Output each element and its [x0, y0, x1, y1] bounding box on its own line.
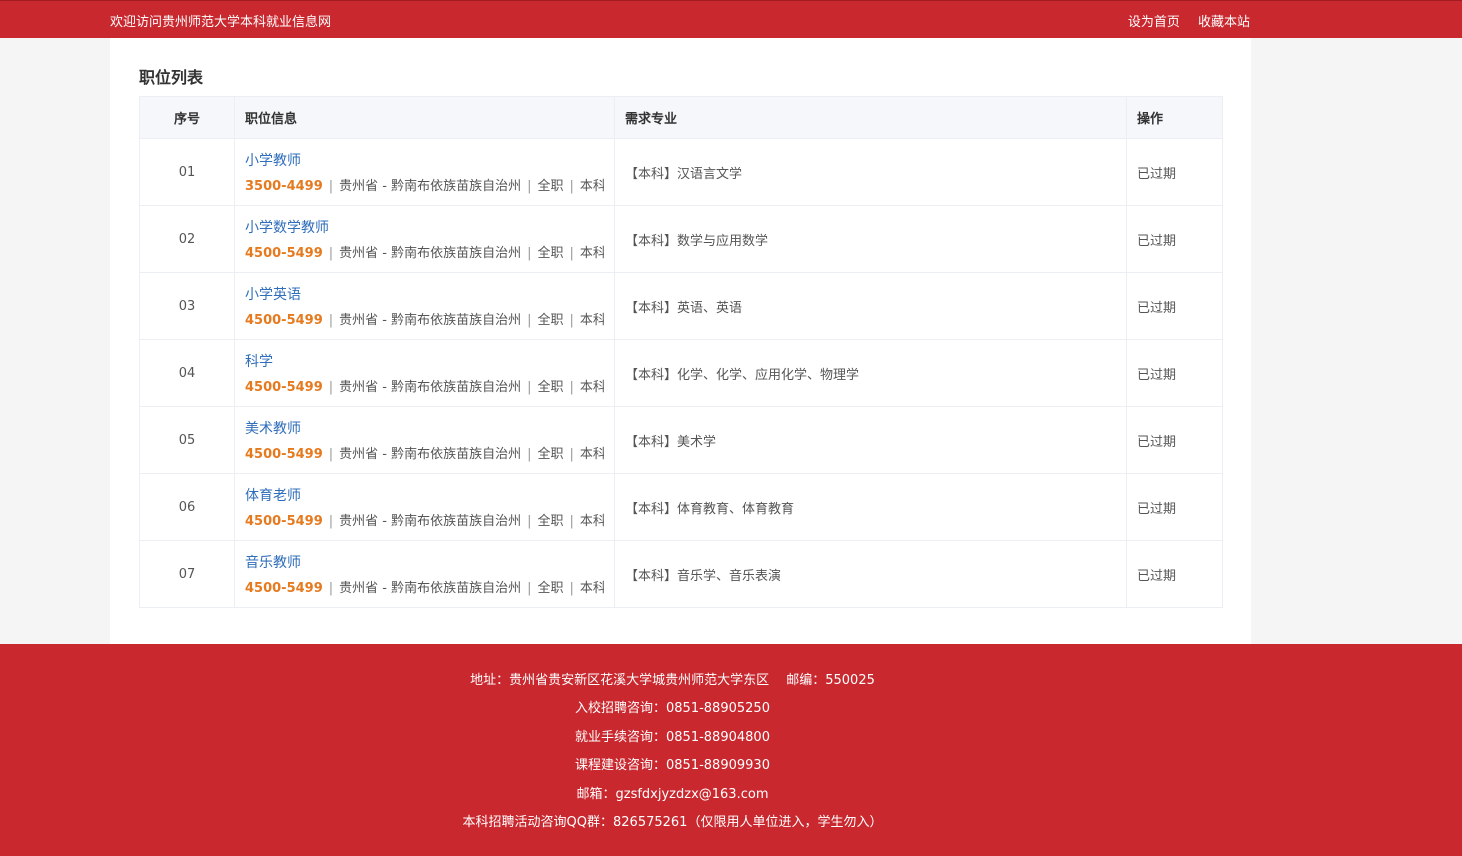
row-no: 03: [139, 272, 235, 340]
job-type: 全职: [537, 581, 564, 596]
job-type: 全职: [537, 313, 564, 328]
row-no: 07: [139, 540, 235, 608]
top-bar: 欢迎访问贵州师范大学本科就业信息网 设为首页 收藏本站: [0, 0, 1462, 38]
table-row: 06 体育老师 4500-5499 | 贵州省 - 黔南布依族苗族自治州 | 全职 | 本科…: [139, 473, 1223, 541]
major-cell: 【本科】化学、化学、应用化学、物理学: [614, 339, 1127, 407]
set-home-link[interactable]: 设为首页: [1128, 15, 1180, 30]
action-cell: 已过期: [1126, 339, 1223, 407]
table-row: 02 小学数学教师 4500-5499 | 贵州省 - 黔南布依族苗族自治州 | 全职 |…: [139, 205, 1223, 273]
table-row: 01 小学教师 3500-4499 | 贵州省 - 黔南布依族苗族自治州 | 全职 | 本科…: [139, 138, 1223, 206]
job-meta: 4500-5499 | 贵州省 - 黔南布依族苗族自治州 | 全职 | 本科: [245, 246, 604, 261]
job-table: 序号 职位信息 需求专业 操作 01 小学教师 3500-4499 | 贵州省 - …: [139, 96, 1223, 608]
footer-email: 邮箱：gzsfdxjyzdzx@163.com: [576, 787, 769, 802]
job-title-link[interactable]: 小学教师: [245, 150, 301, 170]
action-cell: 已过期: [1126, 406, 1223, 474]
job-meta: 4500-5499 | 贵州省 - 黔南布依族苗族自治州 | 全职 | 本科: [245, 313, 604, 328]
row-no: 01: [139, 138, 235, 206]
job-info-cell: 美术教师 4500-5499 | 贵州省 - 黔南布依族苗族自治州 | 全职 | 本科: [234, 406, 615, 474]
job-info-cell: 小学数学教师 4500-5499 | 贵州省 - 黔南布依族苗族自治州 | 全职 | 本科: [234, 205, 615, 273]
header-action: 操作: [1126, 96, 1223, 139]
job-title-link[interactable]: 科学: [245, 351, 273, 371]
footer: 地址：贵州省贵安新区花溪大学城贵州师范大学东区 邮编：550025 入校招聘咨询…: [0, 644, 1462, 856]
table-row: 04 科学 4500-5499 | 贵州省 - 黔南布依族苗族自治州 | 全职 | 本科 【…: [139, 339, 1223, 407]
salary: 4500-5499: [245, 313, 323, 328]
location: 贵州省 - 黔南布依族苗族自治州: [339, 246, 522, 261]
job-info-cell: 音乐教师 4500-5499 | 贵州省 - 黔南布依族苗族自治州 | 全职 | 本科: [234, 540, 615, 608]
job-title-link[interactable]: 小学数学教师: [245, 217, 329, 237]
footer-course-phone: 课程建设咨询：0851-88909930: [575, 758, 770, 773]
education: 本科: [579, 313, 604, 328]
row-no: 02: [139, 205, 235, 273]
job-title-link[interactable]: 音乐教师: [245, 552, 301, 572]
major-cell: 【本科】数学与应用数学: [614, 205, 1127, 273]
job-title-link[interactable]: 美术教师: [245, 418, 301, 438]
location: 贵州省 - 黔南布依族苗族自治州: [339, 581, 522, 596]
job-info-cell: 科学 4500-5499 | 贵州省 - 黔南布依族苗族自治州 | 全职 | 本科: [234, 339, 615, 407]
footer-recruit-phone: 入校招聘咨询：0851-88905250: [575, 701, 770, 716]
bookmark-link[interactable]: 收藏本站: [1198, 15, 1250, 30]
major-cell: 【本科】美术学: [614, 406, 1127, 474]
salary: 4500-5499: [245, 581, 323, 596]
footer-address: 地址：贵州省贵安新区花溪大学城贵州师范大学东区 邮编：550025: [470, 673, 875, 688]
job-meta: 4500-5499 | 贵州省 - 黔南布依族苗族自治州 | 全职 | 本科: [245, 581, 604, 596]
major-cell: 【本科】体育教育、体育教育: [614, 473, 1127, 541]
row-no: 04: [139, 339, 235, 407]
job-meta: 4500-5499 | 贵州省 - 黔南布依族苗族自治州 | 全职 | 本科: [245, 514, 604, 529]
location: 贵州省 - 黔南布依族苗族自治州: [339, 380, 522, 395]
job-type: 全职: [537, 246, 564, 261]
education: 本科: [579, 246, 604, 261]
table-row: 05 美术教师 4500-5499 | 贵州省 - 黔南布依族苗族自治州 | 全职 | 本科…: [139, 406, 1223, 474]
job-type: 全职: [537, 179, 564, 194]
education: 本科: [579, 581, 604, 596]
location: 贵州省 - 黔南布依族苗族自治州: [339, 313, 522, 328]
job-type: 全职: [537, 380, 564, 395]
table-row: 03 小学英语 4500-5499 | 贵州省 - 黔南布依族苗族自治州 | 全职 | 本科…: [139, 272, 1223, 340]
salary: 4500-5499: [245, 246, 323, 261]
major-cell: 【本科】汉语言文学: [614, 138, 1127, 206]
row-no: 05: [139, 406, 235, 474]
salary: 4500-5499: [245, 514, 323, 529]
education: 本科: [579, 514, 604, 529]
salary: 4500-5499: [245, 447, 323, 462]
job-title-link[interactable]: 体育老师: [245, 485, 301, 505]
salary: 4500-5499: [245, 380, 323, 395]
job-type: 全职: [537, 447, 564, 462]
job-meta: 4500-5499 | 贵州省 - 黔南布依族苗族自治州 | 全职 | 本科: [245, 380, 604, 395]
major-cell: 【本科】英语、英语: [614, 272, 1127, 340]
top-links: 设为首页 收藏本站: [1114, 11, 1250, 30]
job-info-cell: 小学英语 4500-5499 | 贵州省 - 黔南布依族苗族自治州 | 全职 | 本科: [234, 272, 615, 340]
section-title: 职位列表: [139, 68, 204, 87]
major-cell: 【本科】音乐学、音乐表演: [614, 540, 1127, 608]
job-info-cell: 体育老师 4500-5499 | 贵州省 - 黔南布依族苗族自治州 | 全职 | 本科: [234, 473, 615, 541]
action-cell: 已过期: [1126, 540, 1223, 608]
job-info-cell: 小学教师 3500-4499 | 贵州省 - 黔南布依族苗族自治州 | 全职 | 本科: [234, 138, 615, 206]
footer-procedure-phone: 就业手续咨询：0851-88904800: [575, 730, 770, 745]
job-title-link[interactable]: 小学英语: [245, 284, 301, 304]
action-cell: 已过期: [1126, 205, 1223, 273]
welcome-text: 欢迎访问贵州师范大学本科就业信息网: [110, 15, 332, 30]
job-meta: 4500-5499 | 贵州省 - 黔南布依族苗族自治州 | 全职 | 本科: [245, 447, 604, 462]
education: 本科: [579, 380, 604, 395]
education: 本科: [579, 447, 604, 462]
header-no: 序号: [139, 96, 235, 139]
action-cell: 已过期: [1126, 138, 1223, 206]
action-cell: 已过期: [1126, 473, 1223, 541]
location: 贵州省 - 黔南布依族苗族自治州: [339, 179, 522, 194]
table-header-row: 序号 职位信息 需求专业 操作: [139, 96, 1223, 139]
action-cell: 已过期: [1126, 272, 1223, 340]
salary: 3500-4499: [245, 179, 323, 194]
job-meta: 3500-4499 | 贵州省 - 黔南布依族苗族自治州 | 全职 | 本科: [245, 179, 604, 194]
table-row: 07 音乐教师 4500-5499 | 贵州省 - 黔南布依族苗族自治州 | 全职 | 本科…: [139, 540, 1223, 608]
footer-qq-group: 本科招聘活动咨询QQ群：826575261（仅限用人单位进入，学生勿入）: [462, 815, 883, 830]
header-major: 需求专业: [614, 96, 1127, 139]
location: 贵州省 - 黔南布依族苗族自治州: [339, 447, 522, 462]
main-content: 职位列表 序号 职位信息 需求专业 操作 01 小学教师 3500-4499 | 贵…: [110, 38, 1251, 644]
location: 贵州省 - 黔南布依族苗族自治州: [339, 514, 522, 529]
education: 本科: [579, 179, 604, 194]
job-type: 全职: [537, 514, 564, 529]
header-job-info: 职位信息: [234, 96, 615, 139]
row-no: 06: [139, 473, 235, 541]
